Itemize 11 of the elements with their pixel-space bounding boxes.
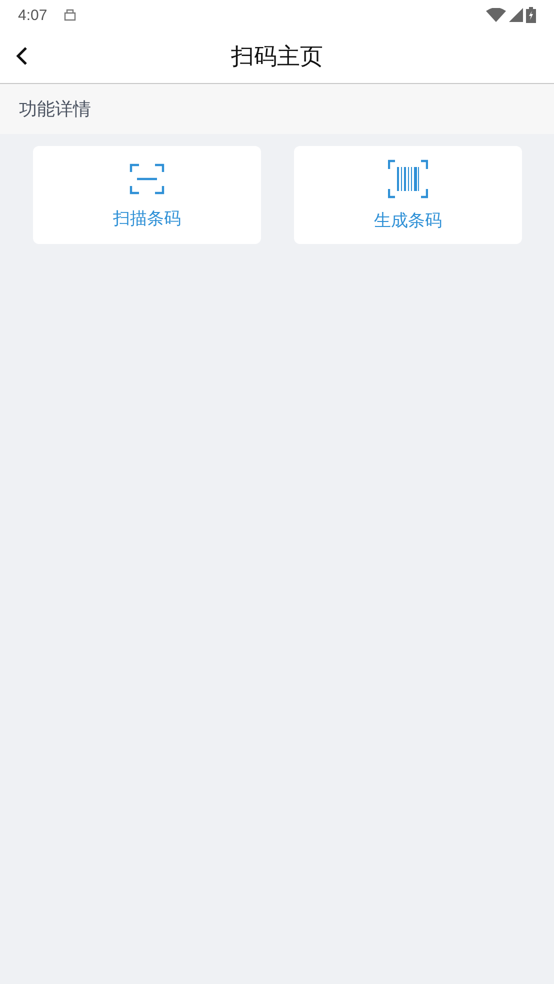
wifi-icon [486, 8, 506, 22]
clock: 4:07 [18, 6, 48, 24]
section-title: 功能详情 [19, 98, 91, 121]
page-title: 扫码主页 [231, 43, 323, 72]
barcode-icon [388, 158, 428, 198]
battery-icon [526, 7, 536, 23]
action-tile[interactable]: 生成条码 [294, 146, 522, 244]
back-icon [14, 45, 30, 67]
notification-icon [63, 9, 78, 21]
action-tile[interactable]: 扫描条码 [33, 146, 261, 244]
signal-icon [509, 8, 523, 22]
